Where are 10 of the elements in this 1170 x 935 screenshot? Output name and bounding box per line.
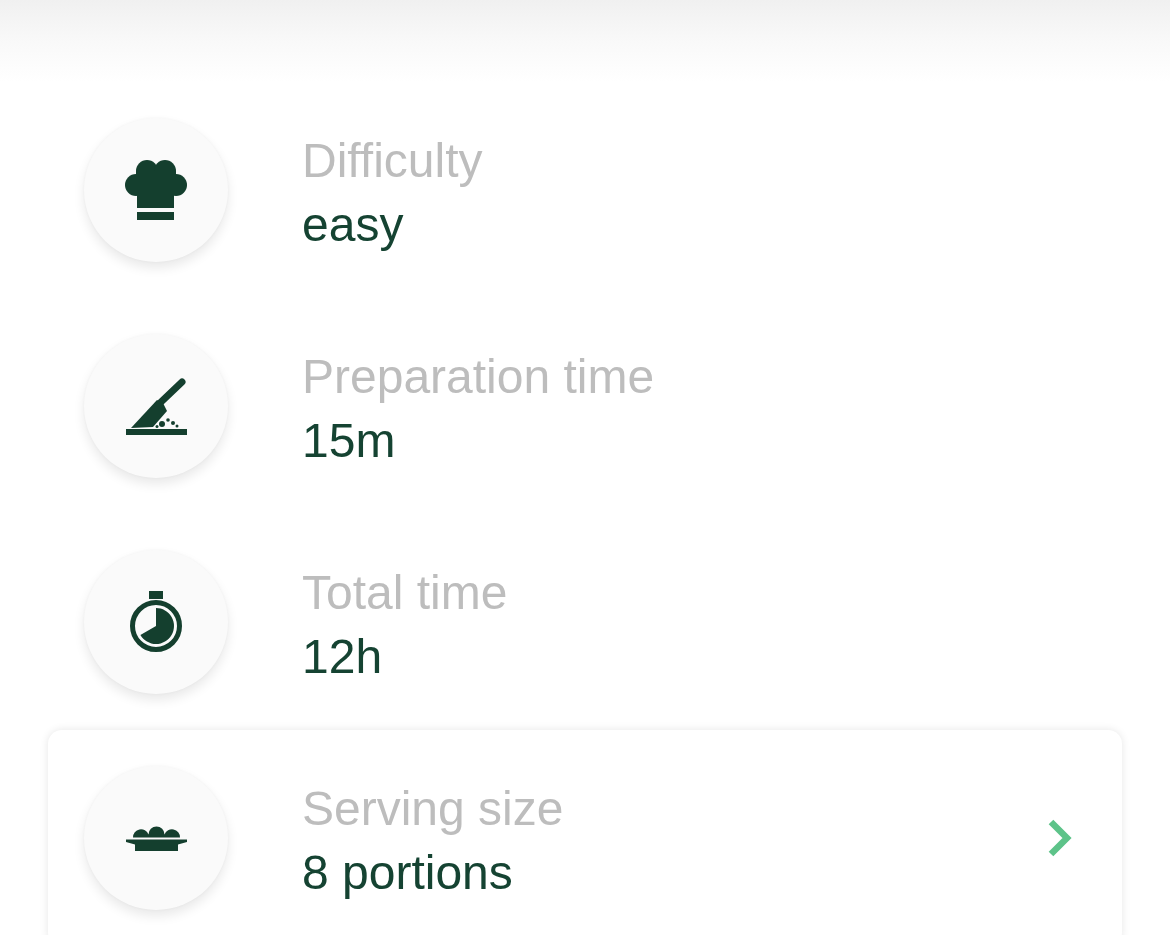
detail-label: Difficulty (302, 133, 483, 189)
detail-value: easy (302, 197, 404, 253)
detail-value: 8 portions (302, 845, 513, 901)
detail-value: 12h (302, 629, 383, 685)
detail-value: 15m (302, 413, 396, 469)
detail-label: Total time (302, 565, 508, 621)
detail-label: Preparation time (302, 349, 655, 405)
detail-card[interactable]: Serving size 8 portions (48, 730, 1122, 935)
detail-label: Serving size (302, 781, 564, 837)
chevron-right-icon (1048, 819, 1072, 857)
